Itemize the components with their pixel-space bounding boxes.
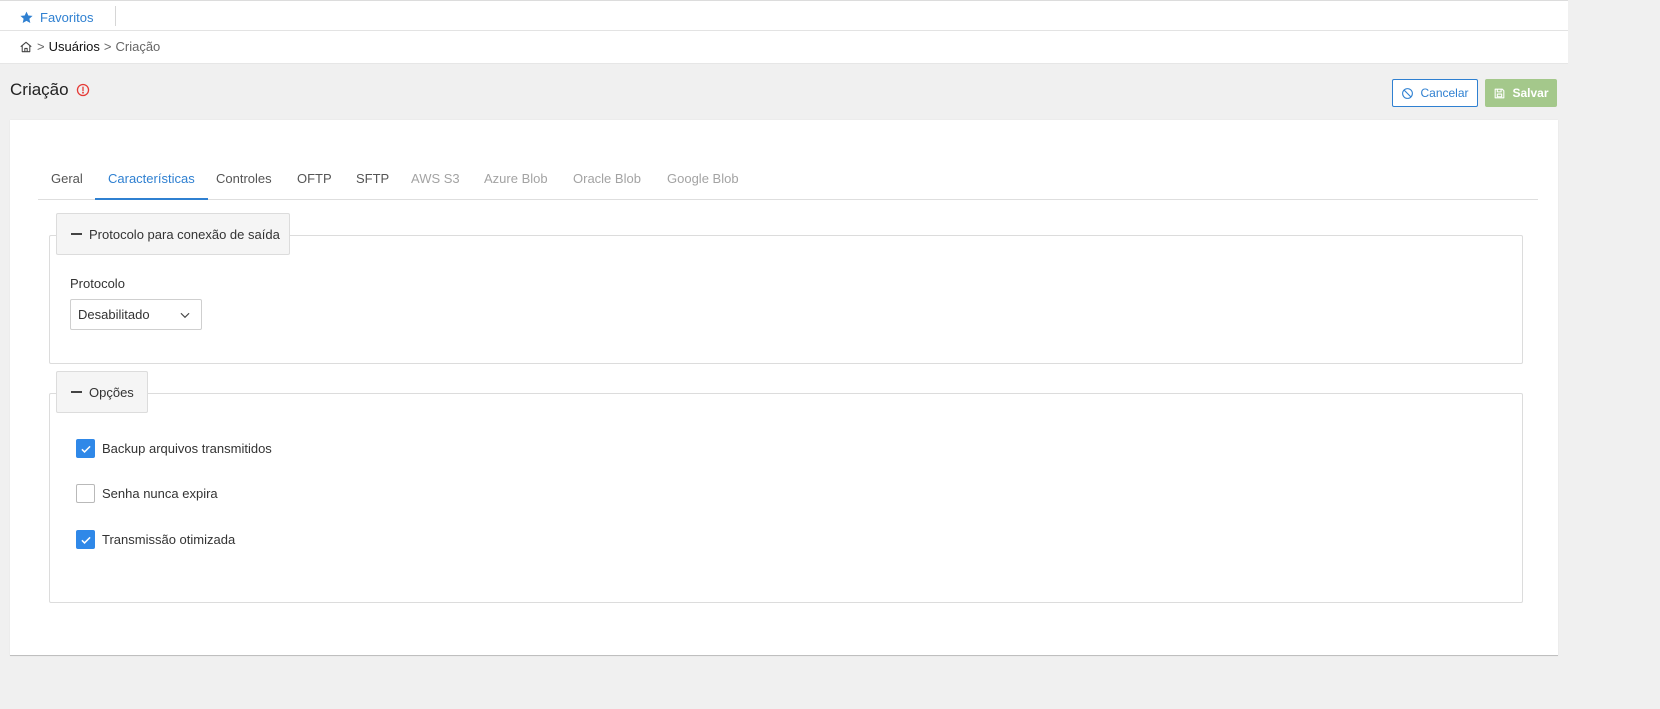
cancel-label: Cancelar — [1420, 86, 1469, 100]
option-label: Backup arquivos transmitidos — [102, 441, 272, 456]
tab-azure-blob: Azure Blob — [484, 171, 548, 186]
breadcrumb: > Usuários > Criação — [19, 39, 160, 54]
options-section-toggle[interactable]: Opções — [56, 371, 148, 413]
tab-sftp[interactable]: SFTP — [356, 160, 389, 200]
chevron-down-icon — [180, 312, 190, 318]
check-icon — [80, 445, 91, 453]
save-label: Salvar — [1512, 86, 1549, 100]
ban-icon — [1402, 87, 1414, 99]
alert-circle-icon — [76, 83, 90, 97]
save-button[interactable]: Salvar — [1485, 79, 1557, 107]
star-icon — [20, 11, 33, 23]
protocol-section-toggle[interactable]: Protocolo para conexão de saída — [56, 213, 290, 255]
option-label: Transmissão otimizada — [102, 532, 236, 547]
option-optimized-transmission-checkbox[interactable]: Transmissão otimizada — [76, 530, 235, 549]
home-icon[interactable] — [19, 40, 33, 54]
options-section-title: Opções — [89, 384, 134, 400]
tab-oracle-blob: Oracle Blob — [573, 171, 641, 186]
breadcrumb-item-users[interactable]: Usuários — [49, 39, 100, 54]
protocol-section-title: Protocolo para conexão de saída — [89, 226, 280, 242]
tab-caracteristicas[interactable]: Características — [95, 160, 208, 200]
options-fieldset — [49, 393, 1523, 603]
top-bar: Favoritos — [0, 0, 1568, 31]
breadcrumb-separator: > — [37, 39, 45, 54]
breadcrumb-bar: > Usuários > Criação — [0, 31, 1568, 64]
collapse-icon — [71, 233, 82, 235]
protocol-select-value: Desabilitado — [78, 307, 150, 322]
check-icon — [80, 536, 91, 544]
tab-google-blob: Google Blob — [667, 171, 739, 186]
page-title: Criação — [10, 80, 69, 99]
protocol-field-label: Protocolo — [70, 276, 125, 291]
breadcrumb-item-current: Criação — [115, 39, 161, 54]
favorites-label: Favoritos — [40, 9, 94, 25]
checkbox-unchecked[interactable] — [76, 484, 95, 503]
checkbox-checked[interactable] — [76, 530, 95, 549]
cancel-button[interactable]: Cancelar — [1392, 79, 1478, 107]
floppy-disk-icon — [1495, 88, 1505, 98]
topbar-divider — [115, 6, 116, 26]
favorites-link[interactable]: Favoritos — [19, 8, 93, 26]
tab-geral[interactable]: Geral — [51, 160, 83, 200]
protocol-select[interactable]: Desabilitado — [70, 299, 202, 330]
collapse-icon — [71, 391, 82, 393]
checkbox-checked[interactable] — [76, 439, 95, 458]
breadcrumb-separator: > — [103, 39, 112, 54]
tab-bar: Geral Características Controles OFTP SFT… — [38, 160, 1538, 200]
tab-oftp[interactable]: OFTP — [297, 160, 332, 200]
option-label: Senha nunca expira — [102, 486, 218, 501]
tab-aws-s3: AWS S3 — [411, 171, 460, 186]
tab-controles[interactable]: Controles — [216, 160, 272, 200]
option-password-never-expires-checkbox[interactable]: Senha nunca expira — [76, 484, 218, 503]
option-backup-checkbox[interactable]: Backup arquivos transmitidos — [76, 439, 272, 458]
